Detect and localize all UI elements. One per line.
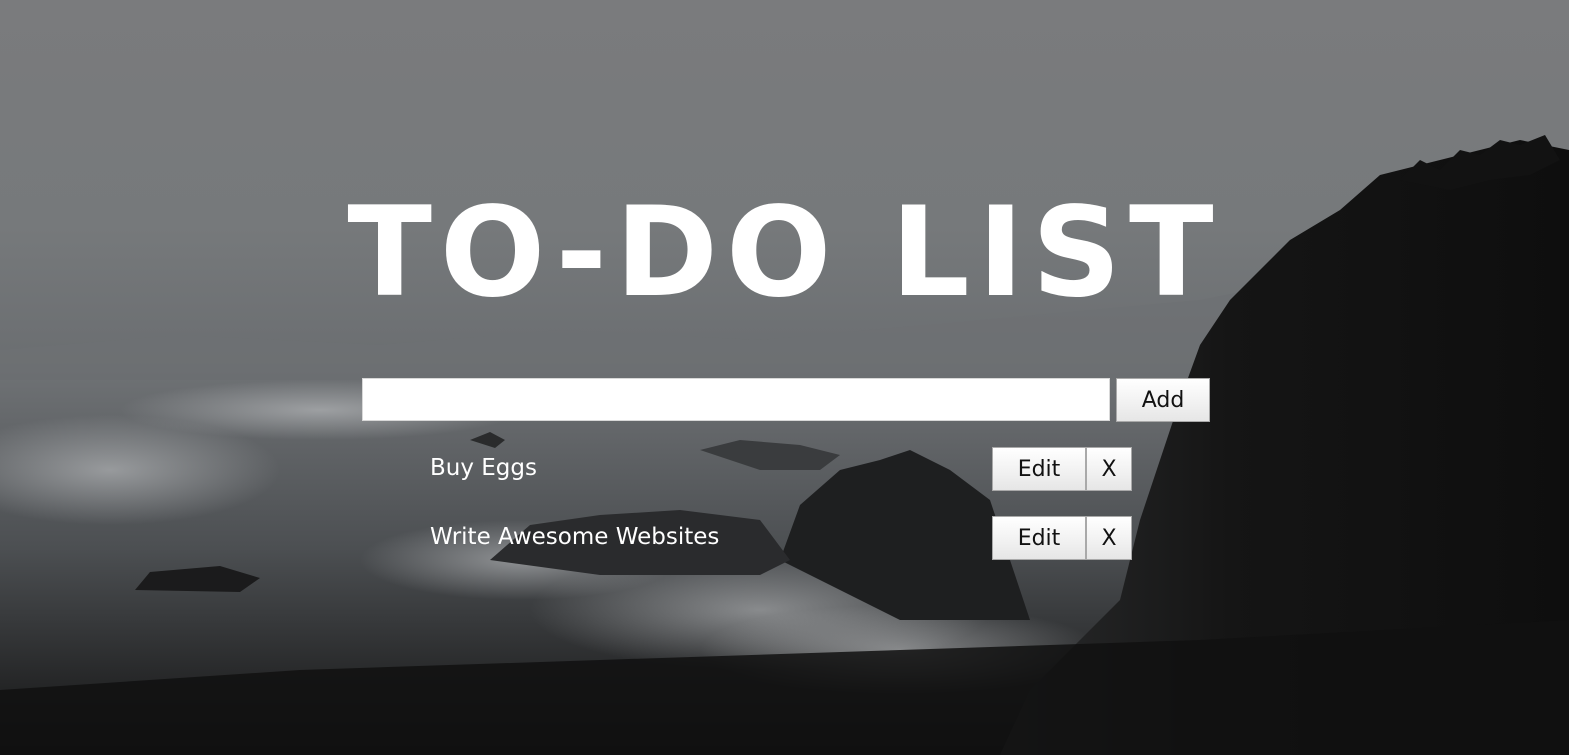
task-label: Write Awesome Websites — [430, 524, 720, 550]
page-title: TO-DO LIST — [347, 181, 1222, 325]
app-background: TO-DO LIST Add Buy Eggs Edit X Write Awe… — [0, 0, 1569, 755]
task-list: Buy Eggs Edit X Write Awesome Websites E… — [430, 444, 1150, 582]
delete-button[interactable]: X — [1086, 516, 1132, 560]
new-task-input[interactable] — [362, 378, 1110, 421]
delete-button[interactable]: X — [1086, 447, 1132, 491]
edit-button[interactable]: Edit — [992, 516, 1086, 560]
task-item: Write Awesome Websites Edit X — [430, 513, 1150, 582]
task-label: Buy Eggs — [430, 455, 537, 481]
task-item: Buy Eggs Edit X — [430, 444, 1150, 513]
edit-button[interactable]: Edit — [992, 447, 1086, 491]
add-button[interactable]: Add — [1116, 378, 1210, 422]
